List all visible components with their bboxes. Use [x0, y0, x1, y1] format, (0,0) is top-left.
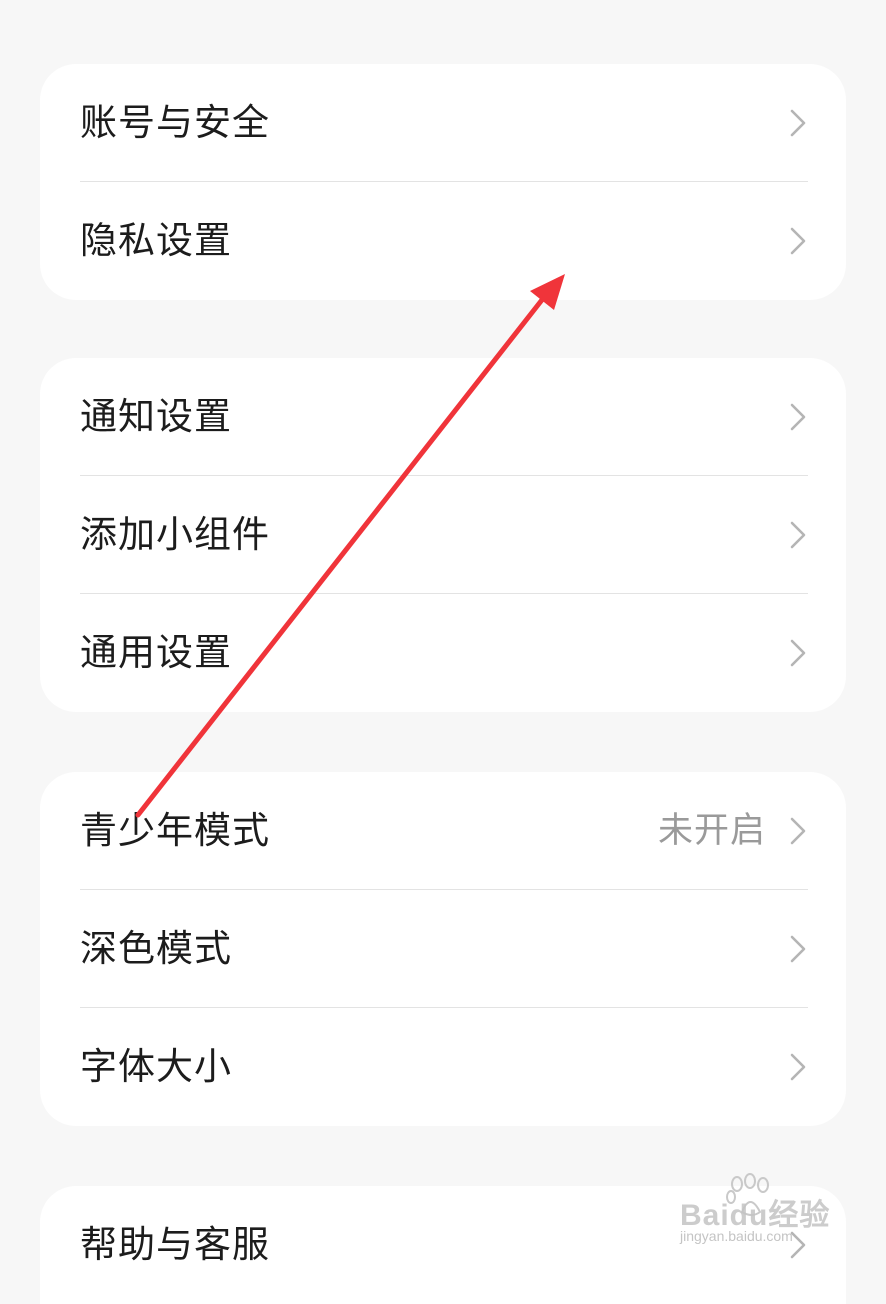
settings-item-label: 添加小组件: [80, 513, 270, 556]
settings-item-label: 字体大小: [80, 1045, 232, 1088]
chevron-right-icon: [790, 109, 806, 137]
settings-item-label: 帮助与客服: [80, 1223, 270, 1266]
settings-item-teen-mode[interactable]: 青少年模式 未开启: [40, 772, 846, 890]
chevron-right-icon: [790, 639, 806, 667]
chevron-right-icon: [790, 817, 806, 845]
settings-item-font-size[interactable]: 字体大小: [40, 1008, 846, 1126]
settings-group-general: 通知设置 添加小组件 通用设置: [40, 358, 846, 712]
chevron-right-icon: [790, 403, 806, 431]
settings-item-account-security[interactable]: 账号与安全: [40, 64, 846, 182]
settings-item-label: 青少年模式: [80, 809, 270, 852]
chevron-right-icon: [790, 935, 806, 963]
chevron-right-icon: [790, 521, 806, 549]
settings-item-label: 隐私设置: [80, 219, 232, 262]
settings-group-help: 帮助与客服: [40, 1186, 846, 1304]
settings-item-help-support[interactable]: 帮助与客服: [40, 1186, 846, 1304]
settings-item-notifications[interactable]: 通知设置: [40, 358, 846, 476]
settings-item-label: 通用设置: [80, 631, 232, 674]
chevron-right-icon: [790, 1231, 806, 1259]
chevron-right-icon: [790, 1053, 806, 1081]
settings-item-label: 深色模式: [80, 927, 232, 970]
settings-group-display: 青少年模式 未开启 深色模式 字体大小: [40, 772, 846, 1126]
teen-mode-status: 未开启: [657, 811, 766, 851]
settings-item-privacy[interactable]: 隐私设置: [40, 182, 846, 300]
settings-item-general-settings[interactable]: 通用设置: [40, 594, 846, 712]
settings-item-add-widget[interactable]: 添加小组件: [40, 476, 846, 594]
settings-item-label: 通知设置: [80, 395, 232, 438]
settings-item-dark-mode[interactable]: 深色模式: [40, 890, 846, 1008]
settings-item-label: 账号与安全: [80, 101, 270, 144]
settings-group-account: 账号与安全 隐私设置: [40, 64, 846, 300]
chevron-right-icon: [790, 227, 806, 255]
